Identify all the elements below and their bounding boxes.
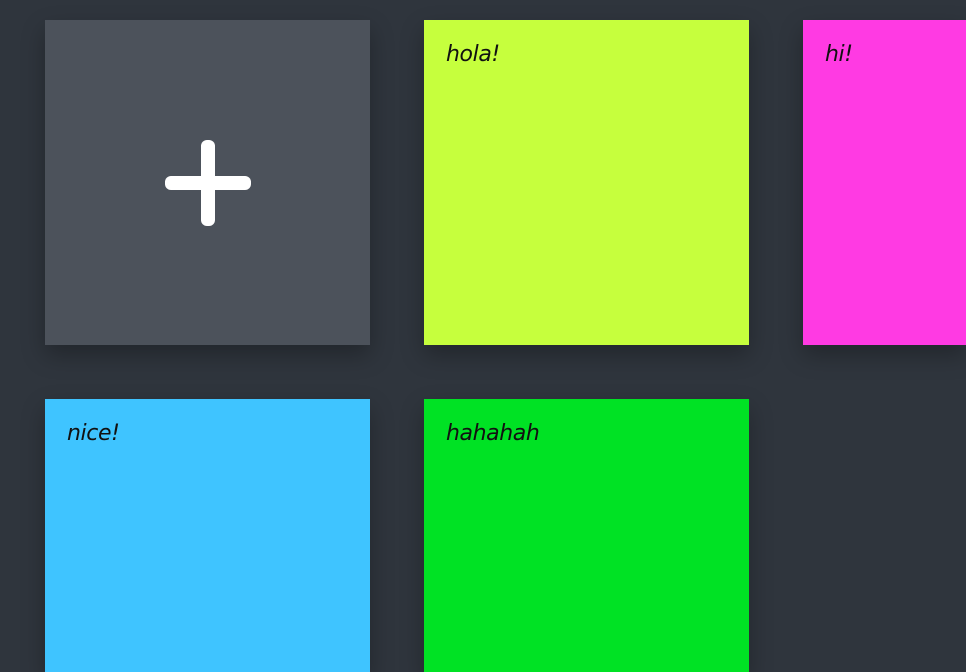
note-text[interactable]: hi! <box>825 42 853 67</box>
note-text[interactable]: hola! <box>446 42 500 67</box>
sticky-note[interactable]: hola! <box>424 20 749 345</box>
plus-icon <box>165 140 251 226</box>
add-note-button[interactable] <box>45 20 370 345</box>
sticky-note[interactable]: nice! <box>45 399 370 672</box>
sticky-notes-board: hola! hi! nice! hahahah <box>0 0 966 672</box>
note-text[interactable]: nice! <box>67 421 120 446</box>
sticky-note[interactable]: hahahah <box>424 399 749 672</box>
sticky-note[interactable]: hi! <box>803 20 966 345</box>
note-text[interactable]: hahahah <box>446 421 540 446</box>
